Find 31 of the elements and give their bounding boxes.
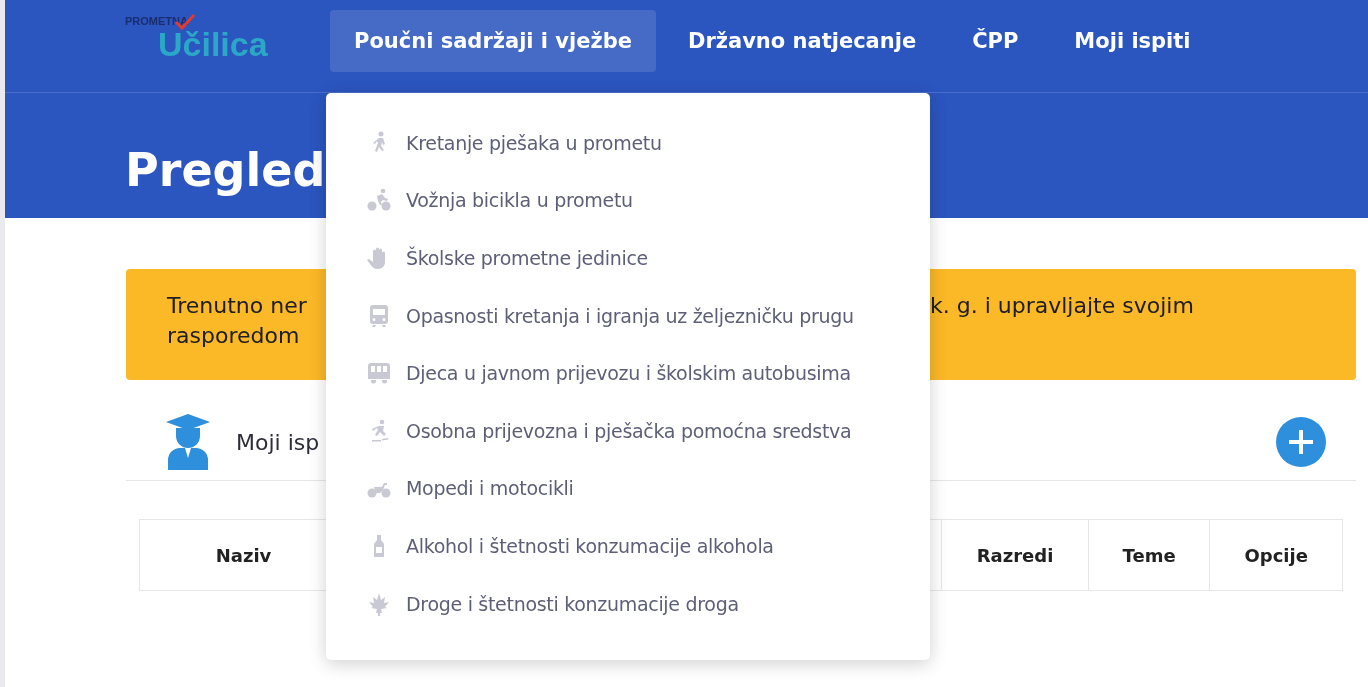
bottle-icon	[374, 533, 384, 558]
logo-tagline: PROMETNA	[125, 15, 188, 27]
add-button[interactable]	[1276, 417, 1326, 467]
train-icon	[367, 303, 391, 328]
notice-text: k. g. i upravljajte svojim	[930, 292, 1195, 320]
column-header: Razredi	[941, 519, 1089, 591]
logo-wordmark: Učilica	[158, 26, 285, 61]
notice-text: Trenutno ner	[167, 292, 308, 320]
menu-item[interactable]: Vožnja bicikla u prometu	[362, 175, 633, 234]
bus-icon	[367, 361, 391, 386]
nav-tab[interactable]: Poučni sadržaji i vježbe	[330, 10, 656, 72]
menu-item[interactable]: Djeca u javnom prijevozu i školskim autobusima	[362, 348, 851, 406]
walking-person-icon	[372, 130, 386, 155]
plus-icon	[1287, 428, 1315, 456]
student-icon	[164, 414, 212, 470]
cyclist-icon	[367, 188, 391, 213]
menu-item[interactable]: Školske prometne jedinice	[362, 233, 648, 291]
menu-item[interactable]: Alkohol i štetnosti konzumacije alkohola	[362, 521, 774, 579]
menu-item[interactable]: Droge i štetnosti konzumacije droga	[362, 578, 739, 637]
menu-item[interactable]: Osobna prijevozna i pješačka pomoćna sredstva	[362, 405, 852, 464]
nav-tab[interactable]: Moji ispiti	[1050, 10, 1215, 72]
notice-text: rasporedom	[167, 322, 301, 350]
column-header: Teme	[1088, 519, 1210, 591]
menu-item[interactable]: Kretanje pješaka u prometu	[362, 118, 662, 176]
page-title: Pregled	[125, 142, 326, 197]
section-title: Moji isp	[236, 429, 320, 455]
nav-tab[interactable]: Državno natjecanje	[664, 10, 941, 72]
column-header: Opcije	[1209, 519, 1343, 591]
nav-tab[interactable]: ČPP	[948, 10, 1043, 72]
menu-item[interactable]: Opasnosti kretanja i igranja uz željezničku prugu	[362, 290, 854, 349]
menu-item[interactable]: Mopedi i motocikli	[362, 463, 574, 522]
